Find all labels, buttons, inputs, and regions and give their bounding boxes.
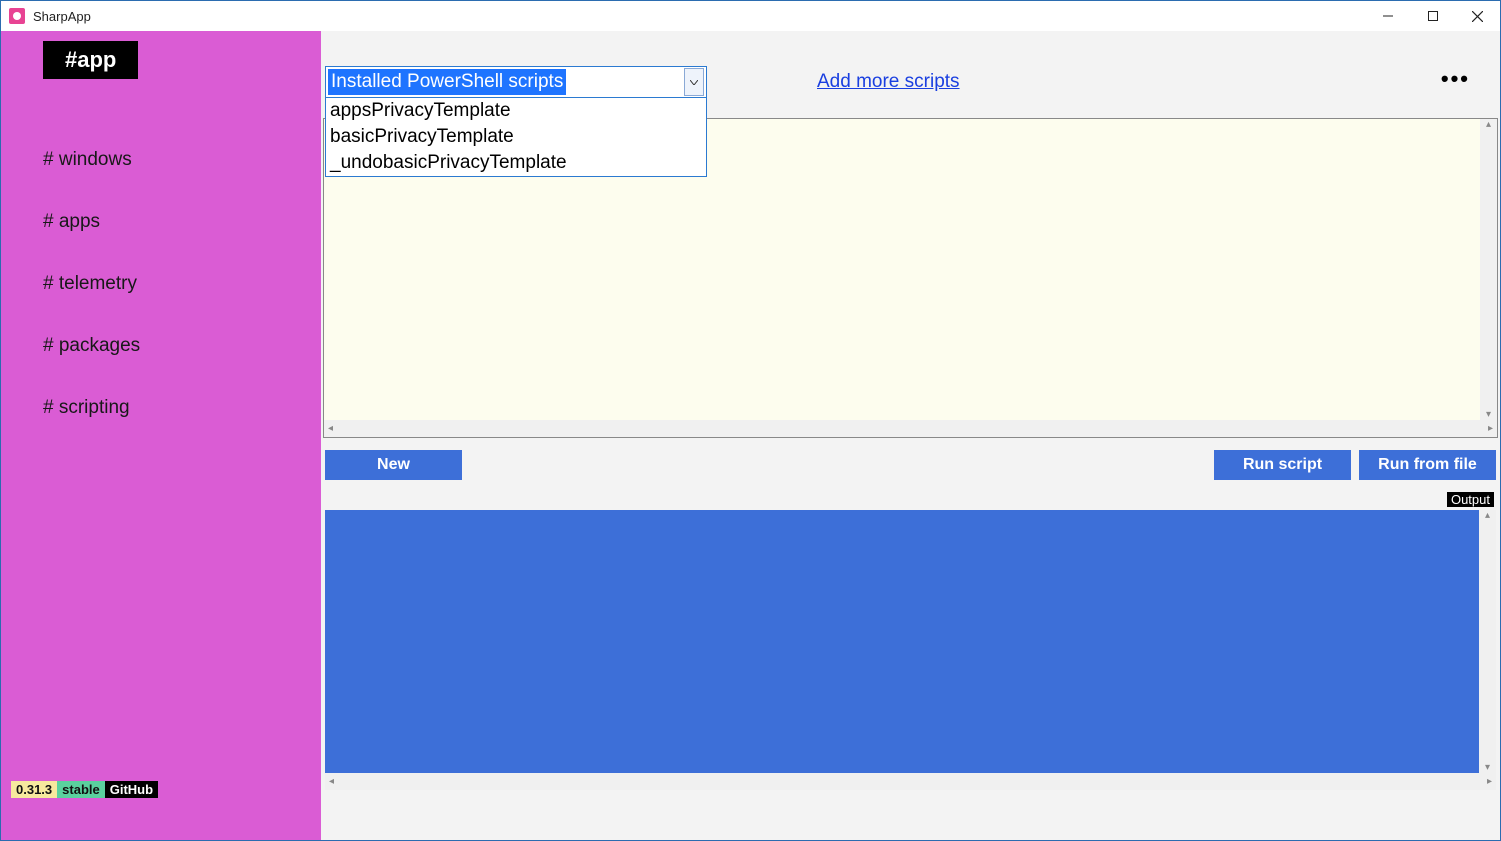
sidebar: #app # windows # apps # telemetry # pack…	[1, 31, 321, 840]
sidebar-footer-badges: 0.31.3 stable GitHub	[11, 781, 158, 798]
scroll-up-icon: ▴	[1486, 119, 1491, 130]
scripts-combobox-dropdown: appsPrivacyTemplate basicPrivacyTemplate…	[325, 97, 707, 177]
minimize-icon	[1383, 11, 1393, 21]
close-button[interactable]	[1455, 1, 1500, 31]
output-panel[interactable]: ▴ ▾ ◂ ▸	[325, 510, 1496, 790]
combo-option[interactable]: basicPrivacyTemplate	[326, 124, 706, 150]
app-icon	[9, 8, 25, 24]
sidebar-item-windows[interactable]: # windows	[43, 149, 321, 171]
scroll-left-icon: ◂	[328, 423, 333, 434]
sidebar-item-scripting[interactable]: # scripting	[43, 397, 321, 419]
chevron-down-icon[interactable]	[684, 68, 704, 96]
maximize-button[interactable]	[1410, 1, 1455, 31]
close-icon	[1472, 11, 1483, 22]
version-badge: 0.31.3	[11, 781, 57, 798]
app-window: SharpApp #app # windows # apps # telemet…	[0, 0, 1501, 841]
new-button[interactable]: New	[325, 450, 462, 480]
scroll-down-icon: ▾	[1486, 409, 1491, 420]
scroll-right-icon: ▸	[1488, 423, 1493, 434]
console-horizontal-scrollbar[interactable]: ◂ ▸	[324, 420, 1497, 437]
scroll-down-icon: ▾	[1485, 762, 1490, 773]
sidebar-item-telemetry[interactable]: # telemetry	[43, 273, 321, 295]
run-from-file-button[interactable]: Run from file	[1359, 450, 1496, 480]
main-content: ••• Installed PowerShell scripts appsPri…	[321, 31, 1500, 840]
minimize-button[interactable]	[1365, 1, 1410, 31]
sidebar-item-packages[interactable]: # packages	[43, 335, 321, 357]
console-vertical-scrollbar[interactable]: ▴ ▾	[1480, 119, 1497, 420]
scroll-up-icon: ▴	[1485, 510, 1490, 521]
output-label: Output	[1447, 492, 1494, 507]
github-badge[interactable]: GitHub	[105, 781, 158, 798]
sidebar-item-apps[interactable]: # apps	[43, 211, 321, 233]
titlebar: SharpApp	[1, 1, 1500, 31]
more-menu-button[interactable]: •••	[1441, 66, 1470, 92]
combo-option[interactable]: appsPrivacyTemplate	[326, 98, 706, 124]
scripts-combobox[interactable]: Installed PowerShell scripts	[325, 66, 707, 98]
sidebar-nav: # windows # apps # telemetry # packages …	[1, 149, 321, 419]
scroll-left-icon: ◂	[329, 776, 334, 787]
channel-badge: stable	[57, 781, 105, 798]
run-script-button[interactable]: Run script	[1214, 450, 1351, 480]
window-title: SharpApp	[33, 9, 91, 24]
combo-option[interactable]: _undobasicPrivacyTemplate	[326, 150, 706, 176]
more-icon: •••	[1441, 66, 1470, 91]
output-vertical-scrollbar[interactable]: ▴ ▾	[1479, 510, 1496, 773]
scroll-right-icon: ▸	[1487, 776, 1492, 787]
add-more-scripts-link[interactable]: Add more scripts	[817, 71, 960, 93]
scripts-combobox-selected: Installed PowerShell scripts	[328, 69, 566, 95]
output-horizontal-scrollbar[interactable]: ◂ ▸	[325, 773, 1496, 790]
app-logo-badge: #app	[43, 41, 138, 79]
maximize-icon	[1428, 11, 1438, 21]
